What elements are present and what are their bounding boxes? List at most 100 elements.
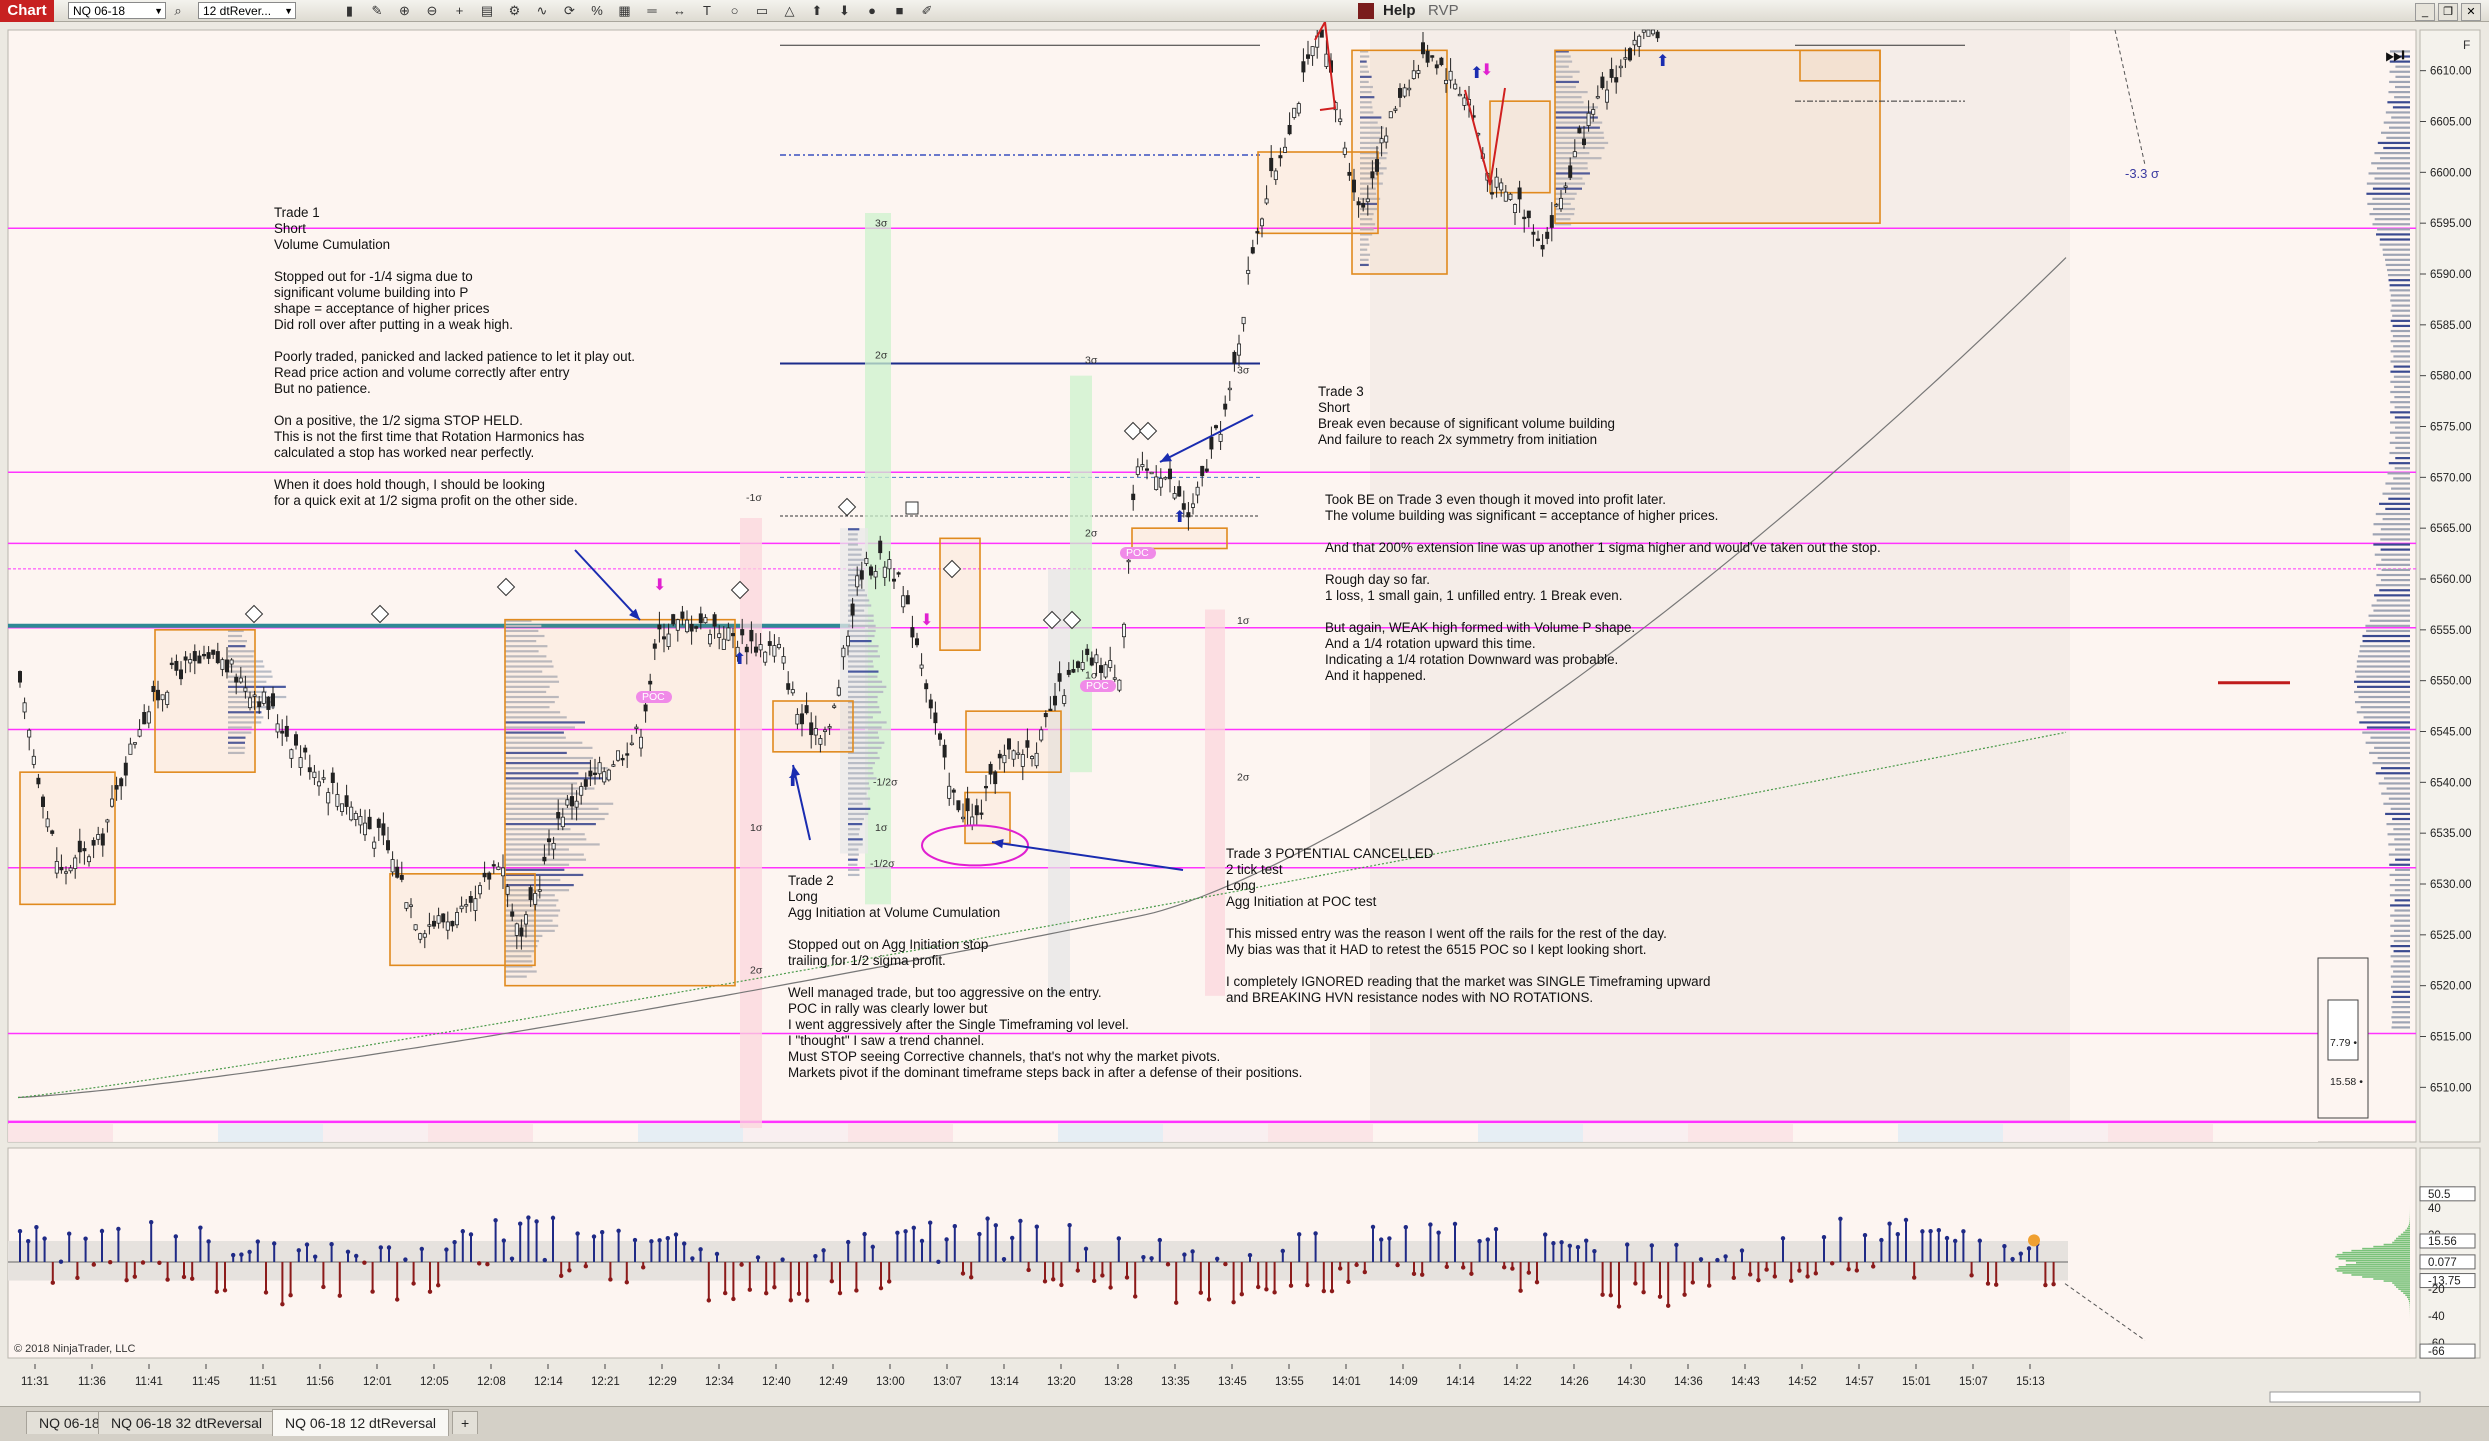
lines-icon[interactable]: ═ <box>644 3 660 19</box>
price-bar-body <box>768 641 771 645</box>
price-bar-body <box>580 787 583 796</box>
bar-type-select[interactable]: 12 dtRever...▼ <box>198 2 296 19</box>
session-profile-bar <box>2369 615 2410 617</box>
oscillator-bar-tip <box>2043 1283 2047 1287</box>
price-bar-body <box>202 654 205 656</box>
time-axis-label: 14:09 <box>1389 1376 1418 1388</box>
instrument-select[interactable]: NQ 06-18▼ <box>68 2 166 19</box>
sigma-level-label: -1σ <box>746 492 762 504</box>
oscillator-bar-tip <box>493 1218 497 1222</box>
price-bar-body <box>1049 709 1052 711</box>
add-tab-button[interactable]: + <box>452 1411 478 1434</box>
oscillator-bar-tip <box>264 1290 268 1294</box>
session-profile-bar <box>2395 447 2410 449</box>
oscillator-distribution-bar <box>2401 1290 2410 1292</box>
arrow-down-icon[interactable]: ⬇ <box>837 3 853 19</box>
oscillator-bar-tip <box>1289 1284 1293 1288</box>
dot-icon[interactable]: ● <box>864 3 880 19</box>
session-profile-bar <box>2358 696 2410 698</box>
restore-button[interactable]: ❐ <box>2438 3 2458 21</box>
oscillator-distribution-bar <box>2351 1274 2410 1276</box>
oscillator-bar-tip <box>1887 1221 1891 1225</box>
draw-more-icon[interactable]: ✐ <box>919 3 935 19</box>
trade3-annotation: Trade 3 Short Break even because of sign… <box>1318 384 1615 448</box>
volume-profile-bar <box>848 564 860 566</box>
data-box-icon[interactable]: ▤ <box>479 3 495 19</box>
zoom-in-icon[interactable]: ⊕ <box>397 3 413 19</box>
oscillator-bar-tip <box>247 1250 251 1254</box>
price-bar-body <box>938 734 941 740</box>
session-profile-bar <box>2390 421 2410 423</box>
session-profile-bar <box>2385 482 2410 484</box>
close-button[interactable]: ✕ <box>2461 3 2481 21</box>
oscillator-bar-tip <box>1305 1283 1309 1287</box>
help-menu[interactable]: Help <box>1383 1 1416 21</box>
price-axis-label: 6600.00 <box>2430 167 2472 179</box>
bars-icon[interactable]: ▮ <box>342 3 358 19</box>
volume-profile-bar <box>848 645 879 647</box>
indicators-icon[interactable]: ∿ <box>534 3 550 19</box>
arrow-icon[interactable]: ↔ <box>672 3 688 19</box>
price-bar-body <box>1504 192 1507 201</box>
price-bar-body <box>511 912 514 916</box>
copyright: © 2018 NinjaTrader, LLC <box>14 1343 135 1355</box>
minimize-button[interactable]: _ <box>2415 3 2435 21</box>
price-bar-body <box>534 893 537 904</box>
properties-icon[interactable]: ▦ <box>617 3 633 19</box>
price-bar-body <box>18 671 21 682</box>
volume-profile-bar <box>848 559 864 561</box>
strategies-icon[interactable]: ⚙ <box>507 3 523 19</box>
oscillator-axis-label: 50.5 <box>2428 1189 2450 1201</box>
price-axis-label: 6515.00 <box>2430 1032 2472 1044</box>
triangle-icon[interactable]: △ <box>782 3 798 19</box>
price-bar-body <box>120 779 123 786</box>
tab-nq-12-dtreversal[interactable]: NQ 06-18 12 dtReversal <box>272 1409 449 1436</box>
price-bar-body <box>869 567 872 575</box>
oscillator-bar-tip <box>354 1254 358 1258</box>
percent-icon[interactable]: % <box>589 3 605 19</box>
oscillator-bar-tip <box>715 1252 719 1256</box>
session-band <box>323 1124 428 1142</box>
price-axis-label: 6525.00 <box>2430 930 2472 942</box>
oscillator-bar-tip <box>34 1225 38 1229</box>
crosshair-icon[interactable]: + <box>452 3 468 19</box>
oscillator-bar-tip <box>797 1291 801 1295</box>
square-icon[interactable]: ■ <box>892 3 908 19</box>
session-profile-bar <box>2391 488 2410 490</box>
price-bar-body <box>888 560 891 569</box>
zoom-out-icon[interactable]: ⊖ <box>424 3 440 19</box>
price-bar-body <box>1247 270 1250 273</box>
ellipse-icon[interactable]: ○ <box>727 3 743 19</box>
oscillator-bar-tip <box>1896 1232 1900 1236</box>
session-profile-bar <box>2391 808 2410 810</box>
price-axis-label: 6565.00 <box>2430 523 2472 535</box>
oscillator-bar-tip <box>149 1220 153 1224</box>
oscillator-bar-tip <box>813 1254 817 1258</box>
search-icon[interactable]: ⌕ <box>170 3 186 19</box>
price-bar-body <box>902 596 905 607</box>
session-profile-bar <box>2357 686 2410 688</box>
oscillator-bar-tip <box>1149 1256 1153 1260</box>
session-profile-bar <box>2386 264 2410 266</box>
pencil-icon[interactable]: ✎ <box>369 3 385 19</box>
price-axis-label: 6580.00 <box>2430 371 2472 383</box>
chart-toolbar: Chart NQ 06-18▼ ⌕ 12 dtRever...▼ ▮✎⊕⊖+▤⚙… <box>0 0 2489 22</box>
oscillator-bar-tip <box>961 1271 965 1275</box>
price-bar-body <box>1624 58 1627 60</box>
price-bar-body <box>28 730 31 737</box>
oscillator-bar-tip <box>1141 1255 1145 1259</box>
text-icon[interactable]: T <box>699 3 715 19</box>
price-axis-label: 6535.00 <box>2430 828 2472 840</box>
refresh-icon[interactable]: ⟳ <box>562 3 578 19</box>
price-bar-body <box>235 677 238 682</box>
price-bar-body <box>1444 80 1447 83</box>
oscillator-bar-tip <box>1215 1257 1219 1261</box>
arrow-up-icon[interactable]: ⬆ <box>809 3 825 19</box>
rvp-label[interactable]: RVP <box>1428 1 1459 21</box>
price-bar-body <box>400 875 403 879</box>
tab-nq-32-dtreversal[interactable]: NQ 06-18 32 dtReversal <box>98 1411 275 1434</box>
rectangle-icon[interactable]: ▭ <box>754 3 770 19</box>
session-band <box>533 1124 638 1142</box>
price-bar-body <box>676 620 679 631</box>
price-bar-body <box>1500 183 1503 190</box>
